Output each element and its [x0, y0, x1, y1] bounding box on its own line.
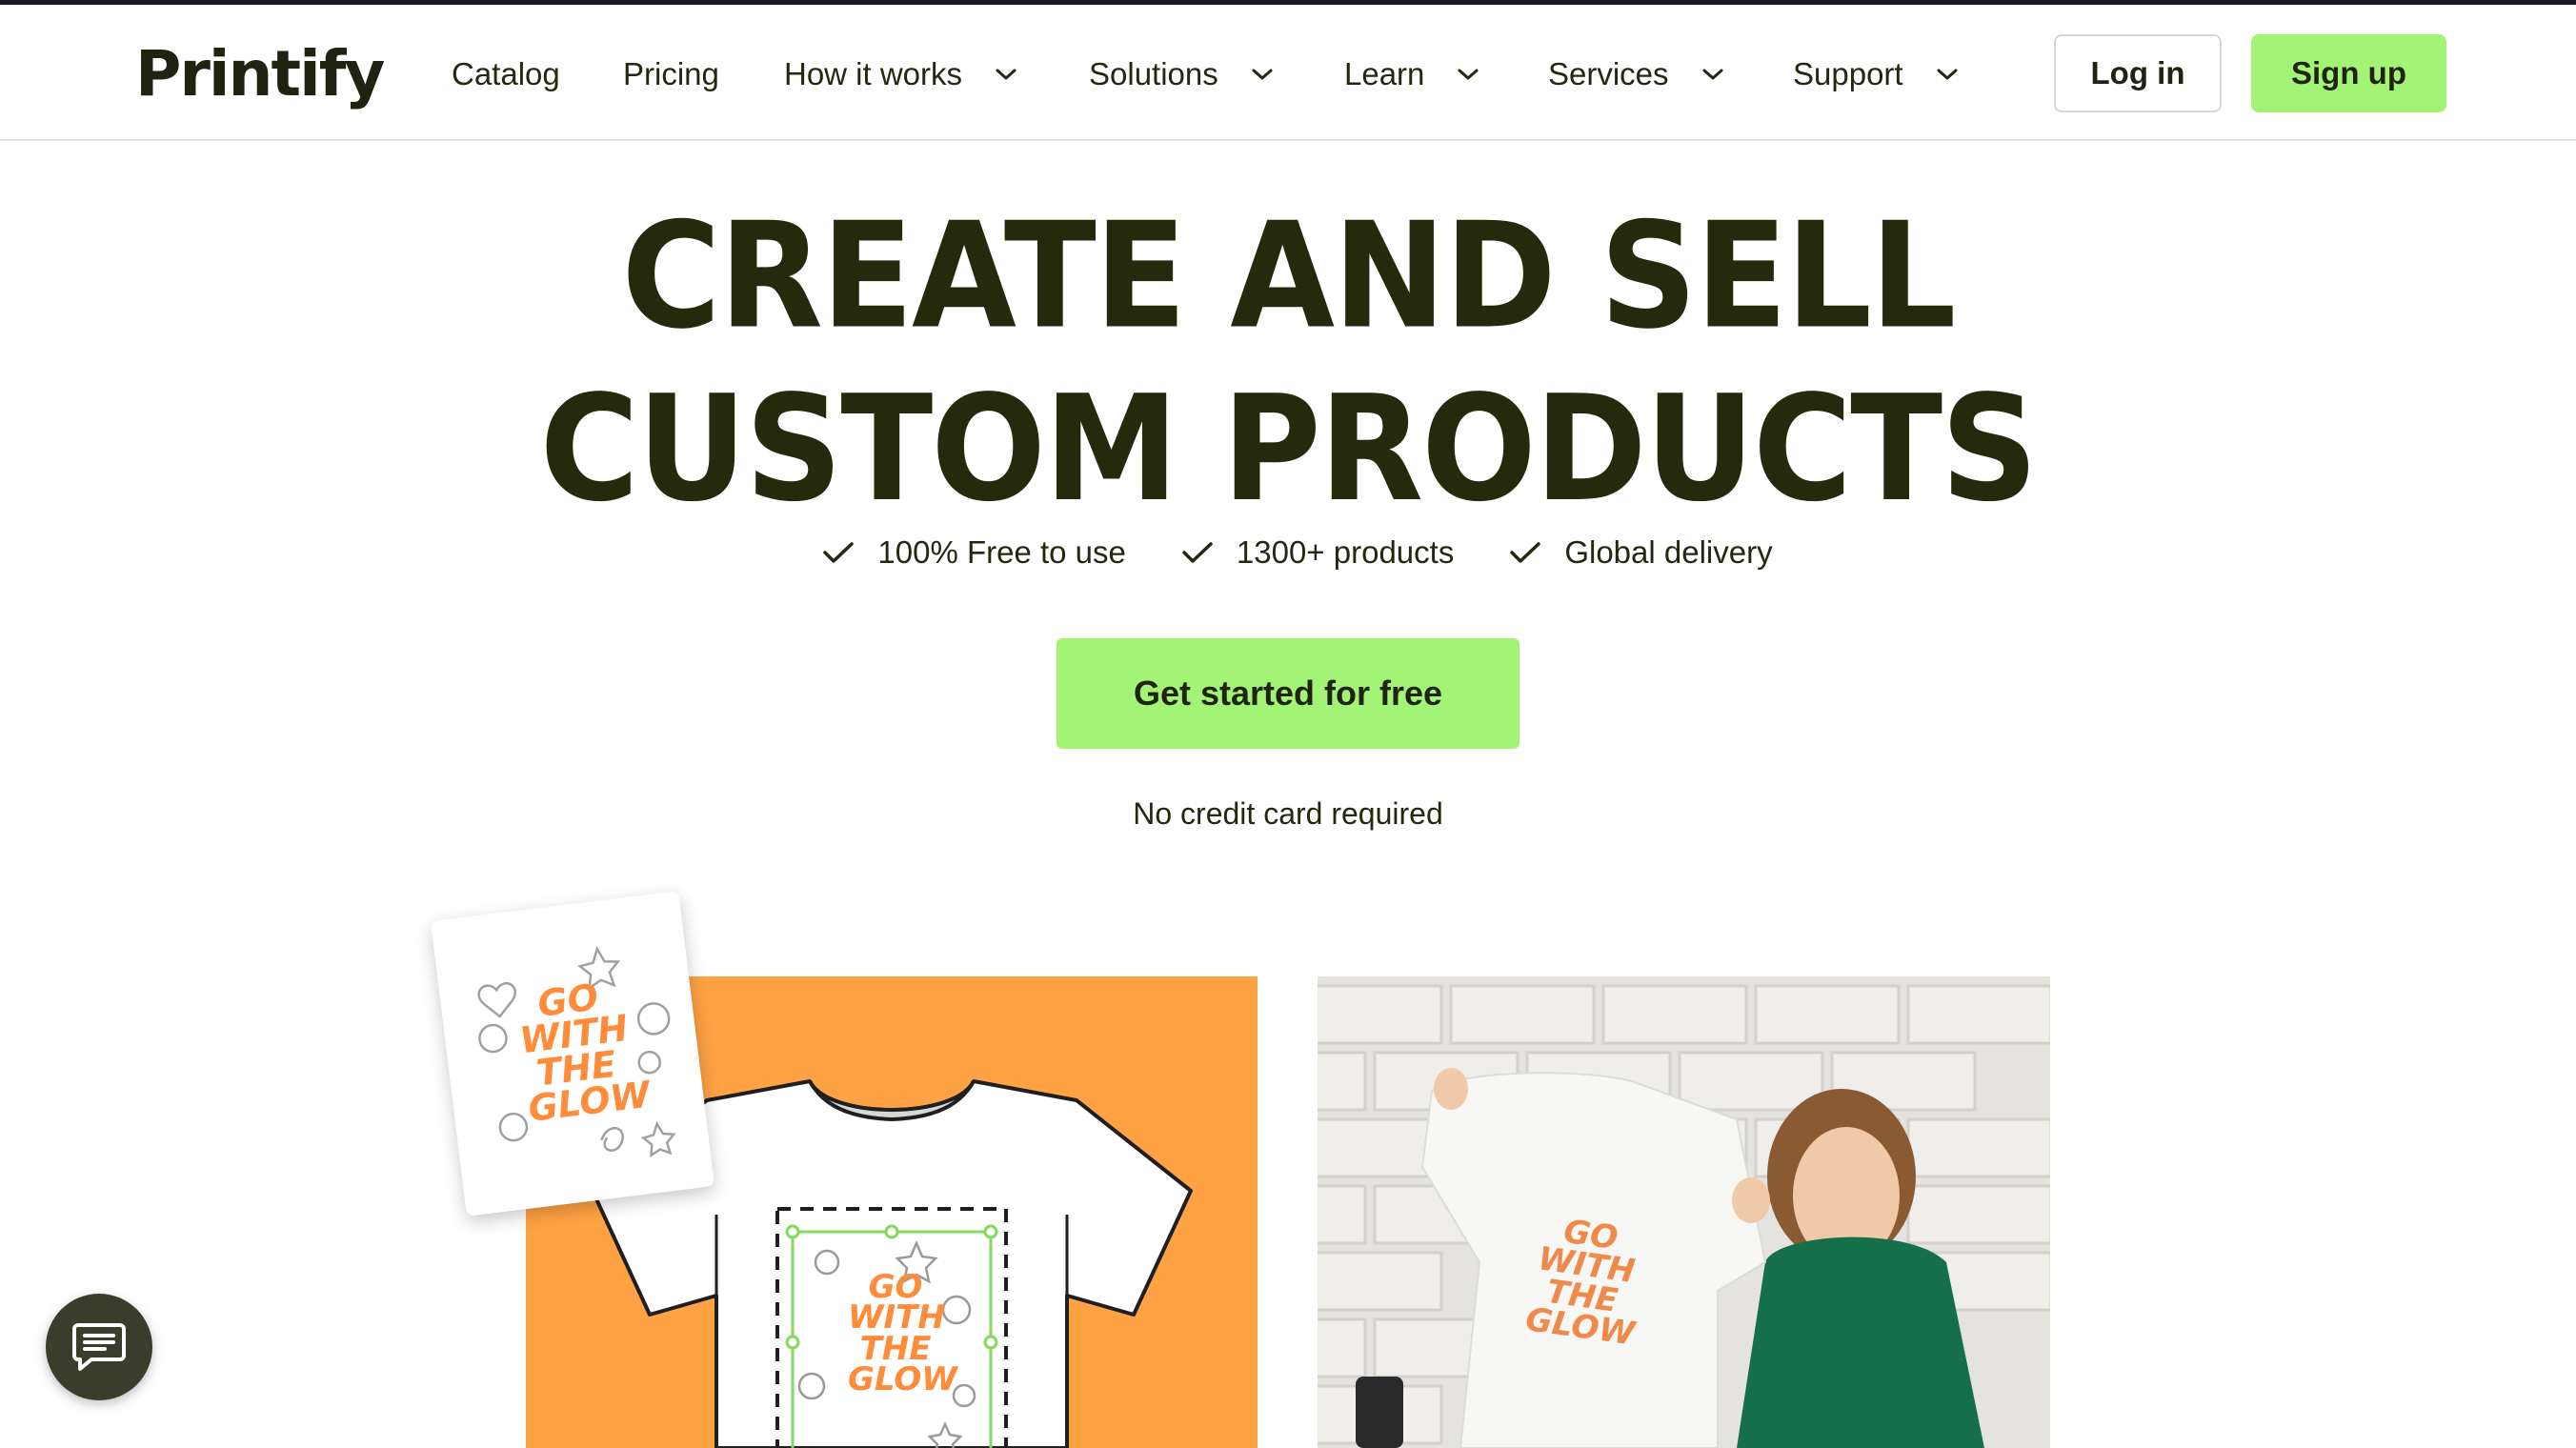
chevron-down-icon	[1936, 67, 1959, 82]
feature-label: 100% Free to use	[877, 534, 1126, 570]
nav-item-label: How it works	[784, 56, 963, 91]
nav-item-solutions[interactable]: Solutions	[1089, 52, 1274, 96]
design-text-line: WITH	[848, 1298, 945, 1337]
chat-launcher-button[interactable]	[46, 1294, 152, 1400]
chevron-down-icon	[1701, 67, 1724, 82]
nav-item-how-it-works[interactable]: How it works	[784, 52, 1017, 96]
feature-item: 1300+ products	[1181, 534, 1454, 571]
feature-list: 100% Free to use 1300+ products Global d…	[0, 529, 2576, 576]
lifestyle-photo: GO WITH THE GLOW	[1318, 976, 2050, 1448]
no-credit-card-note: No credit card required	[1133, 796, 1443, 831]
signup-button[interactable]: Sign up	[2251, 34, 2446, 112]
chevron-down-icon	[995, 67, 1017, 82]
design-card: GO WITH THE GLOW	[430, 891, 715, 1217]
checkmark-icon	[823, 542, 855, 563]
feature-item: Global delivery	[1509, 534, 1773, 571]
nav-item-pricing[interactable]: Pricing	[623, 52, 719, 96]
card-design-text: GO WITH THE GLOW	[513, 975, 652, 1130]
site-header: Printify Catalog Pricing How it works So…	[0, 5, 2576, 141]
nav-item-learn[interactable]: Learn	[1344, 52, 1479, 96]
nav-item-label: Catalog	[452, 56, 560, 91]
photo-shirt-print-text: GO WITH THE GLOW	[1523, 1213, 1645, 1354]
nav-item-label: Support	[1793, 56, 1903, 91]
checkmark-icon	[1182, 542, 1213, 563]
feature-label: Global delivery	[1564, 534, 1773, 570]
nav-item-support[interactable]: Support	[1793, 52, 1959, 96]
login-button[interactable]: Log in	[2054, 34, 2222, 112]
hero-title-line-2: CUSTOM PRODUCTS	[539, 364, 2039, 534]
feature-label: 1300+ products	[1236, 534, 1455, 570]
hero-title-line-1: CREATE AND SELL	[621, 191, 1956, 362]
nav-item-label: Pricing	[623, 56, 719, 91]
nav-item-services[interactable]: Services	[1548, 52, 1724, 96]
nav-item-label: Solutions	[1089, 56, 1218, 91]
feature-item: 100% Free to use	[822, 534, 1126, 571]
nav-item-label: Services	[1548, 56, 1669, 91]
nav-item-catalog[interactable]: Catalog	[452, 52, 560, 96]
chat-icon	[72, 1323, 126, 1371]
hero-title: CREATE AND SELL CUSTOM PRODUCTS	[0, 191, 2576, 536]
get-started-button[interactable]: Get started for free	[1057, 638, 1519, 749]
design-text: GO WITH THE GLOW	[848, 1271, 957, 1398]
chevron-down-icon	[1251, 67, 1274, 82]
design-text-line: GLOW	[848, 1359, 957, 1398]
chevron-down-icon	[1457, 67, 1479, 82]
checkmark-icon	[1510, 542, 1541, 563]
nav-item-label: Learn	[1344, 56, 1425, 91]
printify-logo[interactable]: Printify	[135, 31, 385, 117]
lifestyle-photo-illustration	[1318, 976, 2050, 1448]
